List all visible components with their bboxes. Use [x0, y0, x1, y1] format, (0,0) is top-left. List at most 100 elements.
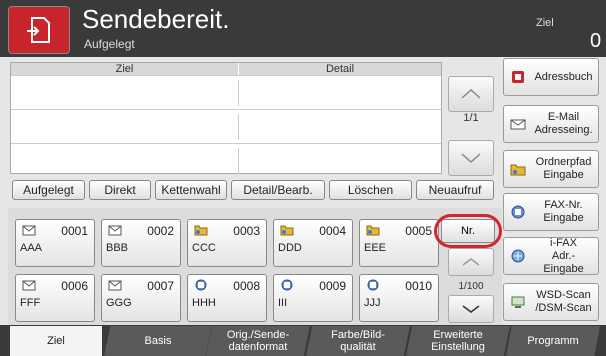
chevron-down-icon — [462, 305, 480, 313]
one-touch-name: III — [278, 297, 288, 309]
one-touch-key[interactable]: 0007 GGG — [101, 274, 181, 322]
one-touch-number: 0010 — [405, 279, 432, 293]
mail-icon — [510, 119, 526, 130]
tab-5[interactable]: Programm — [506, 326, 600, 356]
tab-label-line2: Einstellung — [431, 341, 485, 353]
one-touch-key[interactable]: 0009 III — [273, 274, 353, 322]
tab-1[interactable]: Basis — [104, 326, 212, 356]
fax-icon — [281, 279, 293, 291]
fax-icon — [195, 279, 207, 291]
folder-icon — [194, 225, 208, 236]
ifax-icon — [511, 249, 525, 263]
wsd-label-line1: WSD-Scan — [536, 289, 591, 301]
column-header-target: Ziel — [11, 63, 238, 75]
one-touch-key[interactable]: 0002 BBB — [101, 219, 181, 267]
chain-dial-button[interactable]: Kettenwahl — [155, 180, 227, 200]
one-touch-page-indicator: 1/100 — [458, 281, 484, 292]
tab-label-line2: datenformat — [228, 341, 288, 353]
one-touch-name: BBB — [106, 242, 129, 254]
one-touch-key[interactable]: 0005 EEE — [359, 219, 439, 267]
folder-icon — [280, 225, 294, 236]
one-touch-key[interactable]: 0006 FFF — [15, 274, 95, 322]
one-touch-key[interactable]: 0010 JJJ — [359, 274, 439, 322]
one-touch-key[interactable]: 0001 AAA — [15, 219, 95, 267]
on-hook-button[interactable]: Aufgelegt — [12, 180, 85, 200]
address-book-button[interactable]: Adressbuch — [503, 58, 599, 96]
email-entry-button[interactable]: E-Mail Adresseing. — [503, 105, 599, 143]
page-title: Sendebereit. — [82, 4, 230, 34]
target-count-value: 0 — [590, 30, 602, 52]
address-book-label: Adressbuch — [534, 70, 593, 83]
tab-label: Basis — [144, 335, 172, 347]
one-touch-name: HHH — [192, 297, 216, 309]
tab-0[interactable]: Ziel — [10, 326, 102, 356]
tab-label: Farbe/Bild- — [331, 329, 385, 341]
chevron-up-icon — [462, 258, 480, 266]
chevron-down-icon — [461, 153, 481, 164]
tab-label: Programm — [527, 335, 579, 347]
list-scroll-up-button[interactable] — [448, 76, 494, 112]
one-touch-name: AAA — [20, 242, 43, 254]
folder-icon — [510, 164, 526, 176]
destination-row[interactable] — [11, 143, 441, 177]
one-touch-number: 0008 — [233, 279, 260, 293]
direct-button[interactable]: Direkt — [89, 180, 151, 200]
fax-icon — [511, 205, 525, 219]
document-send-icon — [27, 17, 50, 43]
email-label-line2: Adresseing. — [534, 124, 593, 136]
one-touch-name: FFF — [20, 297, 41, 309]
list-page-indicator: 1/1 — [463, 112, 479, 124]
one-touch-name: GGG — [106, 297, 132, 309]
fax-icon — [367, 279, 379, 291]
chevron-up-icon — [461, 88, 481, 99]
one-touch-scroll-up-button[interactable] — [448, 248, 494, 276]
one-touch-number: 0005 — [405, 224, 432, 238]
folder-path-button[interactable]: Ordnerpfad Eingabe — [503, 150, 599, 188]
mail-icon — [22, 280, 36, 291]
fax-number-button[interactable]: FAX-Nr. Eingabe — [503, 193, 599, 231]
one-touch-number: 0002 — [147, 224, 174, 238]
destination-row[interactable] — [11, 109, 441, 143]
tab-3[interactable]: Farbe/Bild-qualität — [306, 326, 410, 356]
pc-scan-icon — [511, 296, 525, 308]
list-scroll-down-button[interactable] — [448, 140, 494, 176]
column-header-detail: Detail — [239, 63, 441, 75]
mail-icon — [108, 280, 122, 291]
one-touch-number: 0004 — [319, 224, 346, 238]
one-touch-name: DDD — [278, 242, 302, 254]
home-button[interactable] — [8, 6, 70, 54]
wsd-scan-button[interactable]: WSD-Scan/DSM-Scan — [503, 283, 599, 321]
tab-label: Erweiterte — [433, 329, 483, 341]
folder-label-line2: Eingabe — [543, 169, 584, 181]
one-touch-key[interactable]: 0003 CCC — [187, 219, 267, 267]
one-touch-name: EEE — [364, 242, 387, 254]
destination-row[interactable] — [11, 75, 441, 109]
one-touch-number: 0007 — [147, 279, 174, 293]
one-touch-number: 0009 — [319, 279, 346, 293]
tab-label: Ziel — [47, 335, 65, 347]
one-touch-number: 0006 — [61, 279, 88, 293]
detail-edit-button[interactable]: Detail/Bearb. — [231, 180, 325, 200]
one-touch-key[interactable]: 0008 HHH — [187, 274, 267, 322]
one-touch-key[interactable]: 0004 DDD — [273, 219, 353, 267]
one-touch-number: 0001 — [61, 224, 88, 238]
target-count-label: Ziel — [536, 17, 554, 29]
one-touch-number: 0003 — [233, 224, 260, 238]
tab-4[interactable]: Erweiterte Einstellung — [406, 326, 510, 356]
status-subtitle: Aufgelegt — [84, 37, 135, 51]
fax-label-line2: Eingabe — [543, 212, 584, 224]
mail-icon — [108, 225, 122, 236]
destination-list: Ziel Detail — [10, 62, 442, 174]
ifax-label-line1: i-FAX — [550, 236, 577, 249]
address-book-icon — [512, 71, 524, 83]
tab-label-line2: qualität — [340, 341, 376, 353]
recall-button[interactable]: Neuaufruf — [416, 180, 494, 200]
one-touch-name: CCC — [192, 242, 216, 254]
tab-2[interactable]: Orig./Sende-datenformat — [206, 326, 310, 356]
one-touch-scroll-down-button[interactable] — [448, 295, 494, 323]
delete-button[interactable]: Löschen — [329, 180, 412, 200]
wsd-label-line2: /DSM-Scan — [535, 302, 592, 314]
one-touch-name: JJJ — [364, 297, 381, 309]
folder-label-line1: Ordnerpfad — [535, 156, 592, 168]
ifax-address-button[interactable]: i-FAX Adr.-Eingabe — [503, 237, 599, 275]
